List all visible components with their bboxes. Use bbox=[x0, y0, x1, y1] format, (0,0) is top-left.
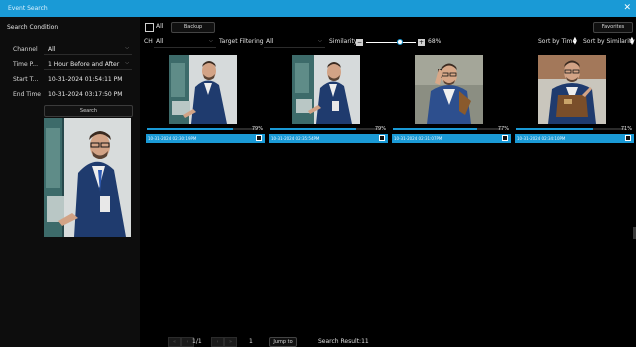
similarity-percent: 77% bbox=[497, 126, 509, 132]
sort-arrows-icon[interactable]: ▲ ▼ bbox=[573, 37, 577, 46]
channel-value: All bbox=[48, 46, 56, 53]
result-info-bar: 10-31-2024 02:31:07PM bbox=[392, 134, 511, 143]
chevron-down-icon: ⌵ bbox=[318, 38, 322, 44]
time-period-value: 1 Hour Before and After bbox=[48, 61, 120, 68]
similarity-percent: 79% bbox=[374, 126, 386, 132]
result-info-bar: 10-31-2024 02:30:19PM bbox=[146, 134, 265, 143]
ch-dropdown[interactable]: All ⌵ bbox=[154, 35, 216, 48]
ch-label: CH bbox=[144, 38, 153, 45]
similarity-decrease-button[interactable]: − bbox=[356, 39, 363, 46]
result-card[interactable]: 71% 10-31-2024 02:34:10PM bbox=[512, 52, 634, 146]
ch-value: All bbox=[156, 38, 164, 45]
channel-row: Channel ⌵ All bbox=[0, 44, 140, 55]
result-select-checkbox[interactable] bbox=[256, 135, 262, 141]
next-page-icon[interactable]: › bbox=[211, 337, 224, 347]
favorites-button[interactable]: Favorites bbox=[593, 22, 633, 33]
similarity-value: 68% bbox=[428, 38, 442, 45]
result-select-checkbox[interactable] bbox=[625, 135, 631, 141]
panel-title: Search Condition bbox=[7, 24, 59, 31]
target-filter-dropdown[interactable]: All ⌵ bbox=[264, 35, 325, 48]
similarity-progress bbox=[516, 128, 625, 130]
similarity-progress bbox=[270, 128, 379, 130]
result-thumbnail[interactable] bbox=[292, 55, 360, 124]
similarity-slider[interactable] bbox=[366, 35, 416, 49]
similarity-progress-fill bbox=[516, 128, 594, 130]
similarity-knob[interactable] bbox=[397, 39, 403, 45]
chevron-down-icon: ⌵ bbox=[209, 38, 213, 44]
result-timestamp: 10-31-2024 02:31:07PM bbox=[394, 136, 443, 141]
pagination-bar: « ‹ 1/1 › » 1 Jump to Search Result:11 bbox=[140, 336, 636, 347]
similarity-increase-button[interactable]: + bbox=[418, 39, 425, 46]
result-grid: 79% 10-31-2024 02:30:19PM 79% 10-31-2024… bbox=[140, 52, 636, 332]
close-icon[interactable]: ✕ bbox=[623, 3, 631, 13]
page-indicator: 1/1 bbox=[192, 338, 202, 345]
channel-dropdown[interactable]: ⌵ bbox=[44, 44, 132, 55]
first-page-icon[interactable]: « bbox=[168, 337, 181, 347]
similarity-percent: 71% bbox=[620, 126, 632, 132]
selected-face-preview bbox=[44, 118, 131, 237]
start-time-row: Start T... 10-31-2024 01:54:11 PM bbox=[0, 74, 140, 84]
result-card[interactable]: 79% 10-31-2024 02:30:19PM bbox=[143, 52, 265, 146]
window-title: Event Search bbox=[8, 5, 48, 12]
target-filter-label: Target Filtering bbox=[219, 38, 264, 45]
result-thumbnail[interactable] bbox=[538, 55, 606, 124]
similarity-progress bbox=[147, 128, 256, 130]
similarity-progress bbox=[393, 128, 502, 130]
start-time-field[interactable]: 10-31-2024 01:54:11 PM bbox=[48, 76, 122, 83]
sort-arrows-icon[interactable]: ▲ ▼ bbox=[630, 37, 634, 46]
sort-by-time-label[interactable]: Sort by Time bbox=[538, 38, 576, 45]
similarity-label: Similarity bbox=[329, 38, 358, 45]
similarity-track bbox=[366, 42, 416, 43]
target-filter-underline bbox=[264, 47, 325, 48]
page-input[interactable]: 1 bbox=[249, 338, 253, 345]
similarity-progress-fill bbox=[270, 128, 357, 130]
target-filter-value: All bbox=[266, 38, 274, 45]
result-select-checkbox[interactable] bbox=[502, 135, 508, 141]
time-period-row: Time P... ⌵ 1 Hour Before and After bbox=[0, 59, 140, 70]
search-result-count: Search Result:11 bbox=[318, 338, 369, 345]
channel-label: Channel bbox=[13, 46, 38, 53]
window-titlebar: Event Search ✕ bbox=[0, 0, 636, 17]
select-all-label: All bbox=[156, 23, 164, 30]
result-card[interactable]: 79% 10-31-2024 02:35:54PM bbox=[266, 52, 388, 146]
toolbar-top: All Backup Favorites bbox=[140, 17, 636, 35]
ch-underline bbox=[154, 47, 216, 48]
chevron-down-icon: ⌵ bbox=[125, 60, 129, 66]
result-thumbnail[interactable] bbox=[415, 55, 483, 124]
result-card[interactable]: 77% 10-31-2024 02:31:07PM bbox=[389, 52, 511, 146]
start-time-label: Start T... bbox=[13, 76, 39, 83]
end-time-row: End Time 10-31-2024 03:17:50 PM bbox=[0, 89, 140, 99]
result-timestamp: 10-31-2024 02:34:10PM bbox=[517, 136, 566, 141]
result-select-checkbox[interactable] bbox=[379, 135, 385, 141]
chevron-down-icon: ⌵ bbox=[125, 45, 129, 51]
sort-by-similarity-label[interactable]: Sort by Similarity bbox=[583, 38, 635, 45]
result-timestamp: 10-31-2024 02:30:19PM bbox=[148, 136, 197, 141]
result-timestamp: 10-31-2024 02:35:54PM bbox=[271, 136, 320, 141]
jump-to-button[interactable]: Jump to bbox=[269, 337, 297, 347]
similarity-progress-fill bbox=[393, 128, 477, 130]
search-condition-panel: Search Condition Channel ⌵ All Time P...… bbox=[0, 17, 140, 347]
backup-button[interactable]: Backup bbox=[171, 22, 215, 33]
result-info-bar: 10-31-2024 02:34:10PM bbox=[515, 134, 634, 143]
similarity-percent: 79% bbox=[251, 126, 263, 132]
last-page-icon[interactable]: » bbox=[224, 337, 237, 347]
result-thumbnail[interactable] bbox=[169, 55, 237, 124]
end-time-label: End Time bbox=[13, 91, 41, 98]
similarity-progress-fill bbox=[147, 128, 234, 130]
end-time-field[interactable]: 10-31-2024 03:17:50 PM bbox=[48, 91, 122, 98]
result-info-bar: 10-31-2024 02:35:54PM bbox=[269, 134, 388, 143]
time-period-label: Time P... bbox=[13, 61, 38, 68]
toolbar-filters: CH All ⌵ Target Filtering All ⌵ Similari… bbox=[140, 35, 636, 49]
select-all-checkbox[interactable] bbox=[145, 23, 154, 32]
search-button[interactable]: Search bbox=[44, 105, 133, 117]
